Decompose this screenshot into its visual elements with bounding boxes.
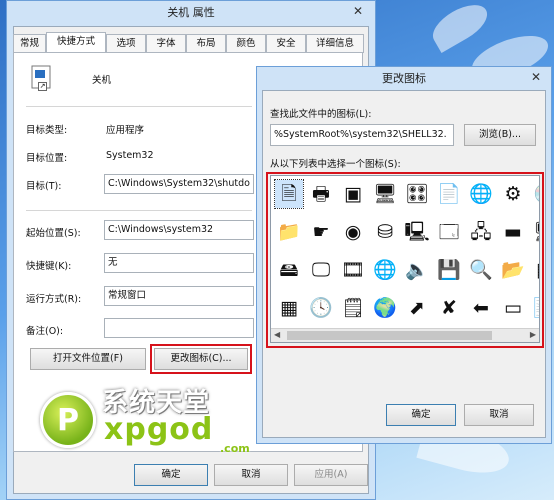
shortcut-overlay-icon: ↗ <box>38 82 47 91</box>
watermark-logo: P 系统天堂 xpgod .com <box>30 378 290 458</box>
target-type-label: 目标类型: <box>26 125 68 136</box>
icon-path-field[interactable]: %SystemRoot%\system32\SHELL32. <box>270 124 454 146</box>
hotkey-field[interactable]: 无 <box>104 253 254 273</box>
properties-apply-button[interactable]: 应用(A) <box>294 464 368 486</box>
tab-font[interactable]: 字体 <box>146 34 186 53</box>
target-location-label: 目标位置: <box>26 153 68 164</box>
tab-security[interactable]: 安全 <box>266 34 306 53</box>
hotkey-label: 快捷键(K): <box>26 261 72 272</box>
find-icons-label: 查找此文件中的图标(L): <box>270 109 372 120</box>
tab-general[interactable]: 常规 <box>13 34 46 53</box>
comment-label: 备注(O): <box>26 326 64 337</box>
tab-colors[interactable]: 颜色 <box>226 34 266 53</box>
tab-details[interactable]: 详细信息 <box>306 34 364 53</box>
properties-title: 关机 属性 <box>167 6 215 19</box>
watermark-brand: xpgod <box>104 412 214 447</box>
icon-grid-highlight <box>266 172 544 348</box>
watermark-badge: P <box>40 392 96 448</box>
dialog-cancel-button[interactable]: 取消 <box>464 404 534 426</box>
comment-field[interactable] <box>104 318 254 338</box>
divider <box>26 210 252 211</box>
dialog-ok-button[interactable]: 确定 <box>386 404 456 426</box>
target-field[interactable]: C:\Windows\System32\shutdo <box>104 174 254 194</box>
run-label: 运行方式(R): <box>26 294 82 305</box>
change-icon-highlight <box>150 344 252 374</box>
browse-button[interactable]: 浏览(B)... <box>464 124 536 146</box>
tab-layout[interactable]: 布局 <box>186 34 226 53</box>
open-file-location-button[interactable]: 打开文件位置(F) <box>30 348 146 370</box>
target-location-value: System32 <box>106 150 154 161</box>
dialog-close-icon[interactable]: ✕ <box>523 67 549 87</box>
properties-cancel-button[interactable]: 取消 <box>214 464 288 486</box>
tab-shortcut[interactable]: 快捷方式 <box>46 32 106 54</box>
watermark-suffix: .com <box>220 442 250 455</box>
properties-ok-button[interactable]: 确定 <box>134 464 208 486</box>
tab-options[interactable]: 选项 <box>106 34 146 53</box>
select-icon-label: 从以下列表中选择一个图标(S): <box>270 159 401 170</box>
divider <box>26 106 252 107</box>
run-select-value: 常规窗口 <box>108 290 147 301</box>
target-type-value: 应用程序 <box>106 125 145 136</box>
start-in-field[interactable]: C:\Windows\system32 <box>104 220 254 240</box>
target-label: 目标(T): <box>26 181 62 192</box>
change-icon-title: 更改图标 <box>382 72 426 85</box>
shortcut-name: 关机 <box>92 75 112 86</box>
shortcut-file-icon: ↗ <box>30 64 54 92</box>
run-select[interactable]: 常规窗口 <box>104 286 254 306</box>
close-icon[interactable]: ✕ <box>345 1 371 21</box>
wallpaper-petal <box>426 0 494 53</box>
start-in-label: 起始位置(S): <box>26 228 81 239</box>
